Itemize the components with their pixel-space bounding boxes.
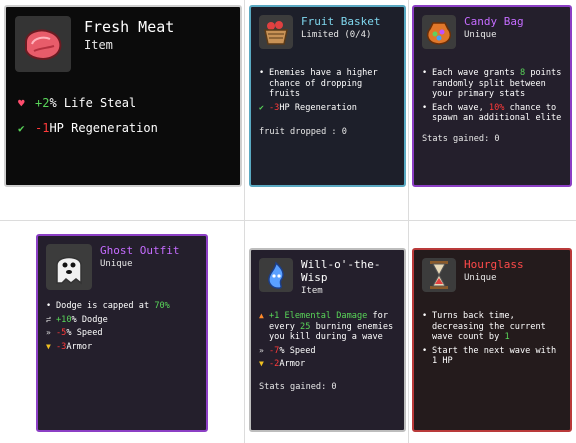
effect-value: 10% bbox=[488, 102, 505, 113]
stat-row: » -7 % Speed bbox=[259, 346, 398, 357]
effect-row: • Each wave, 10% chance to spawn an addi… bbox=[422, 102, 562, 124]
item-name: Hourglass bbox=[464, 258, 524, 271]
effect-value: 70% bbox=[154, 301, 170, 311]
stat-label: HP Regeneration bbox=[279, 102, 357, 113]
stat-row: ▼ -3 Armor bbox=[46, 342, 200, 353]
item-card-fresh-meat[interactable]: Fresh Meat Item ♥ +2 % Life Steal ✔ -1 H… bbox=[4, 5, 242, 187]
item-rarity: Limited (0/4) bbox=[301, 30, 372, 40]
stat-value: -3 bbox=[56, 341, 67, 352]
regeneration-icon: ✔ bbox=[259, 102, 264, 112]
effect-row: • Dodge is capped at 70% bbox=[46, 301, 170, 311]
armor-icon: ▼ bbox=[46, 341, 51, 351]
stat-row: ✔ -3 HP Regeneration bbox=[259, 103, 398, 114]
stat-row: ▼ -2 Armor bbox=[259, 359, 398, 370]
effect-row: • Enemies have a higher chance of droppin… bbox=[259, 68, 398, 100]
stat-row: ♥ +2 % Life Steal bbox=[18, 96, 234, 111]
fire-icon: ▲ bbox=[259, 311, 264, 320]
speed-icon: » bbox=[259, 345, 264, 355]
stat-value: -2 bbox=[269, 359, 280, 369]
stat-value: -7 bbox=[269, 345, 280, 356]
stat-value: -5 bbox=[56, 328, 67, 338]
effect-text: Each wave grants bbox=[432, 68, 520, 78]
ghost-icon bbox=[46, 244, 92, 290]
item-name: Fresh Meat bbox=[84, 18, 175, 36]
stat-label: Armor bbox=[279, 359, 306, 369]
item-rarity: Unique bbox=[464, 273, 497, 283]
stat-row: ✔ -1 HP Regeneration bbox=[18, 121, 234, 136]
speed-icon: » bbox=[46, 328, 51, 337]
counter-text: Stats gained: 0 bbox=[259, 381, 337, 392]
item-rarity: Item bbox=[301, 286, 323, 296]
stat-label: % Speed bbox=[66, 328, 103, 338]
effect-row: • Start the next wave with 1 HP bbox=[422, 346, 564, 367]
grid-line bbox=[408, 0, 409, 443]
candy-bag-icon bbox=[422, 15, 456, 49]
counter-text: fruit dropped : 0 bbox=[259, 127, 347, 137]
effect-text: Each wave, bbox=[432, 102, 489, 113]
stat-value: -1 bbox=[35, 121, 50, 135]
dodge-icon: ≓ bbox=[46, 314, 51, 324]
stat-value: +2 bbox=[35, 96, 50, 110]
counter-text: Stats gained: 0 bbox=[422, 133, 500, 144]
item-name: Ghost Outfit bbox=[100, 244, 180, 257]
grid-line bbox=[0, 220, 576, 221]
effect-row: ▲ +1 Elemental Damage for every 25 burni… bbox=[259, 311, 398, 343]
effect-value: 25 bbox=[300, 321, 311, 332]
stat-value: -3 bbox=[269, 102, 280, 113]
wisp-icon bbox=[259, 258, 293, 292]
hourglass-icon bbox=[422, 258, 456, 292]
stat-row: » -5 % Speed bbox=[46, 328, 200, 339]
item-name: Will-o'-the-Wisp bbox=[301, 258, 381, 284]
item-name: Candy Bag bbox=[464, 15, 524, 28]
stat-label: % Dodge bbox=[71, 314, 108, 325]
item-card-hourglass[interactable]: Hourglass Unique • Turns back time, decr… bbox=[412, 248, 572, 432]
item-card-ghost-outfit[interactable]: Ghost Outfit Unique • Dodge is capped at… bbox=[36, 234, 208, 432]
basket-icon bbox=[259, 15, 293, 49]
item-card-fruit-basket[interactable]: Fruit Basket Limited (0/4) • Enemies have… bbox=[249, 5, 406, 187]
grid-line bbox=[244, 0, 245, 443]
stat-label: HP Regeneration bbox=[49, 121, 158, 135]
meat-icon bbox=[15, 16, 71, 72]
stat-label: % Life Steal bbox=[49, 96, 137, 110]
item-rarity: Unique bbox=[464, 30, 497, 40]
item-name: Fruit Basket bbox=[301, 15, 381, 28]
item-card-wisp[interactable]: Will-o'-the-Wisp Item ▲ +1 Elemental Dam… bbox=[249, 248, 406, 432]
item-rarity: Unique bbox=[100, 259, 133, 269]
item-rarity: Item bbox=[84, 38, 113, 52]
item-card-candy-bag[interactable]: Candy Bag Unique • Each wave grants 8 po… bbox=[412, 5, 572, 187]
effect-row: • Each wave grants 8 points randomly spl… bbox=[422, 68, 562, 99]
armor-icon: ▼ bbox=[259, 359, 264, 368]
effect-text: Turns back time, decreasing the current … bbox=[432, 311, 546, 342]
stat-row: ≓ +10 % Dodge bbox=[46, 315, 200, 326]
regeneration-icon: ✔ bbox=[18, 122, 25, 135]
effect-value: +1 Elemental Damage bbox=[269, 311, 368, 321]
stat-value: +10 bbox=[56, 314, 72, 325]
effect-text: Dodge is capped at bbox=[56, 301, 155, 311]
life-steal-icon: ♥ bbox=[18, 97, 25, 110]
effect-text: Enemies have a higher chance of dropping… bbox=[269, 68, 378, 99]
stat-label: Armor bbox=[66, 341, 93, 352]
effect-text: Start the next wave with 1 HP bbox=[432, 345, 557, 367]
stat-label: % Speed bbox=[279, 345, 316, 356]
effect-value: 1 bbox=[504, 332, 510, 342]
effect-row: • Turns back time, decreasing the curren… bbox=[422, 311, 546, 342]
